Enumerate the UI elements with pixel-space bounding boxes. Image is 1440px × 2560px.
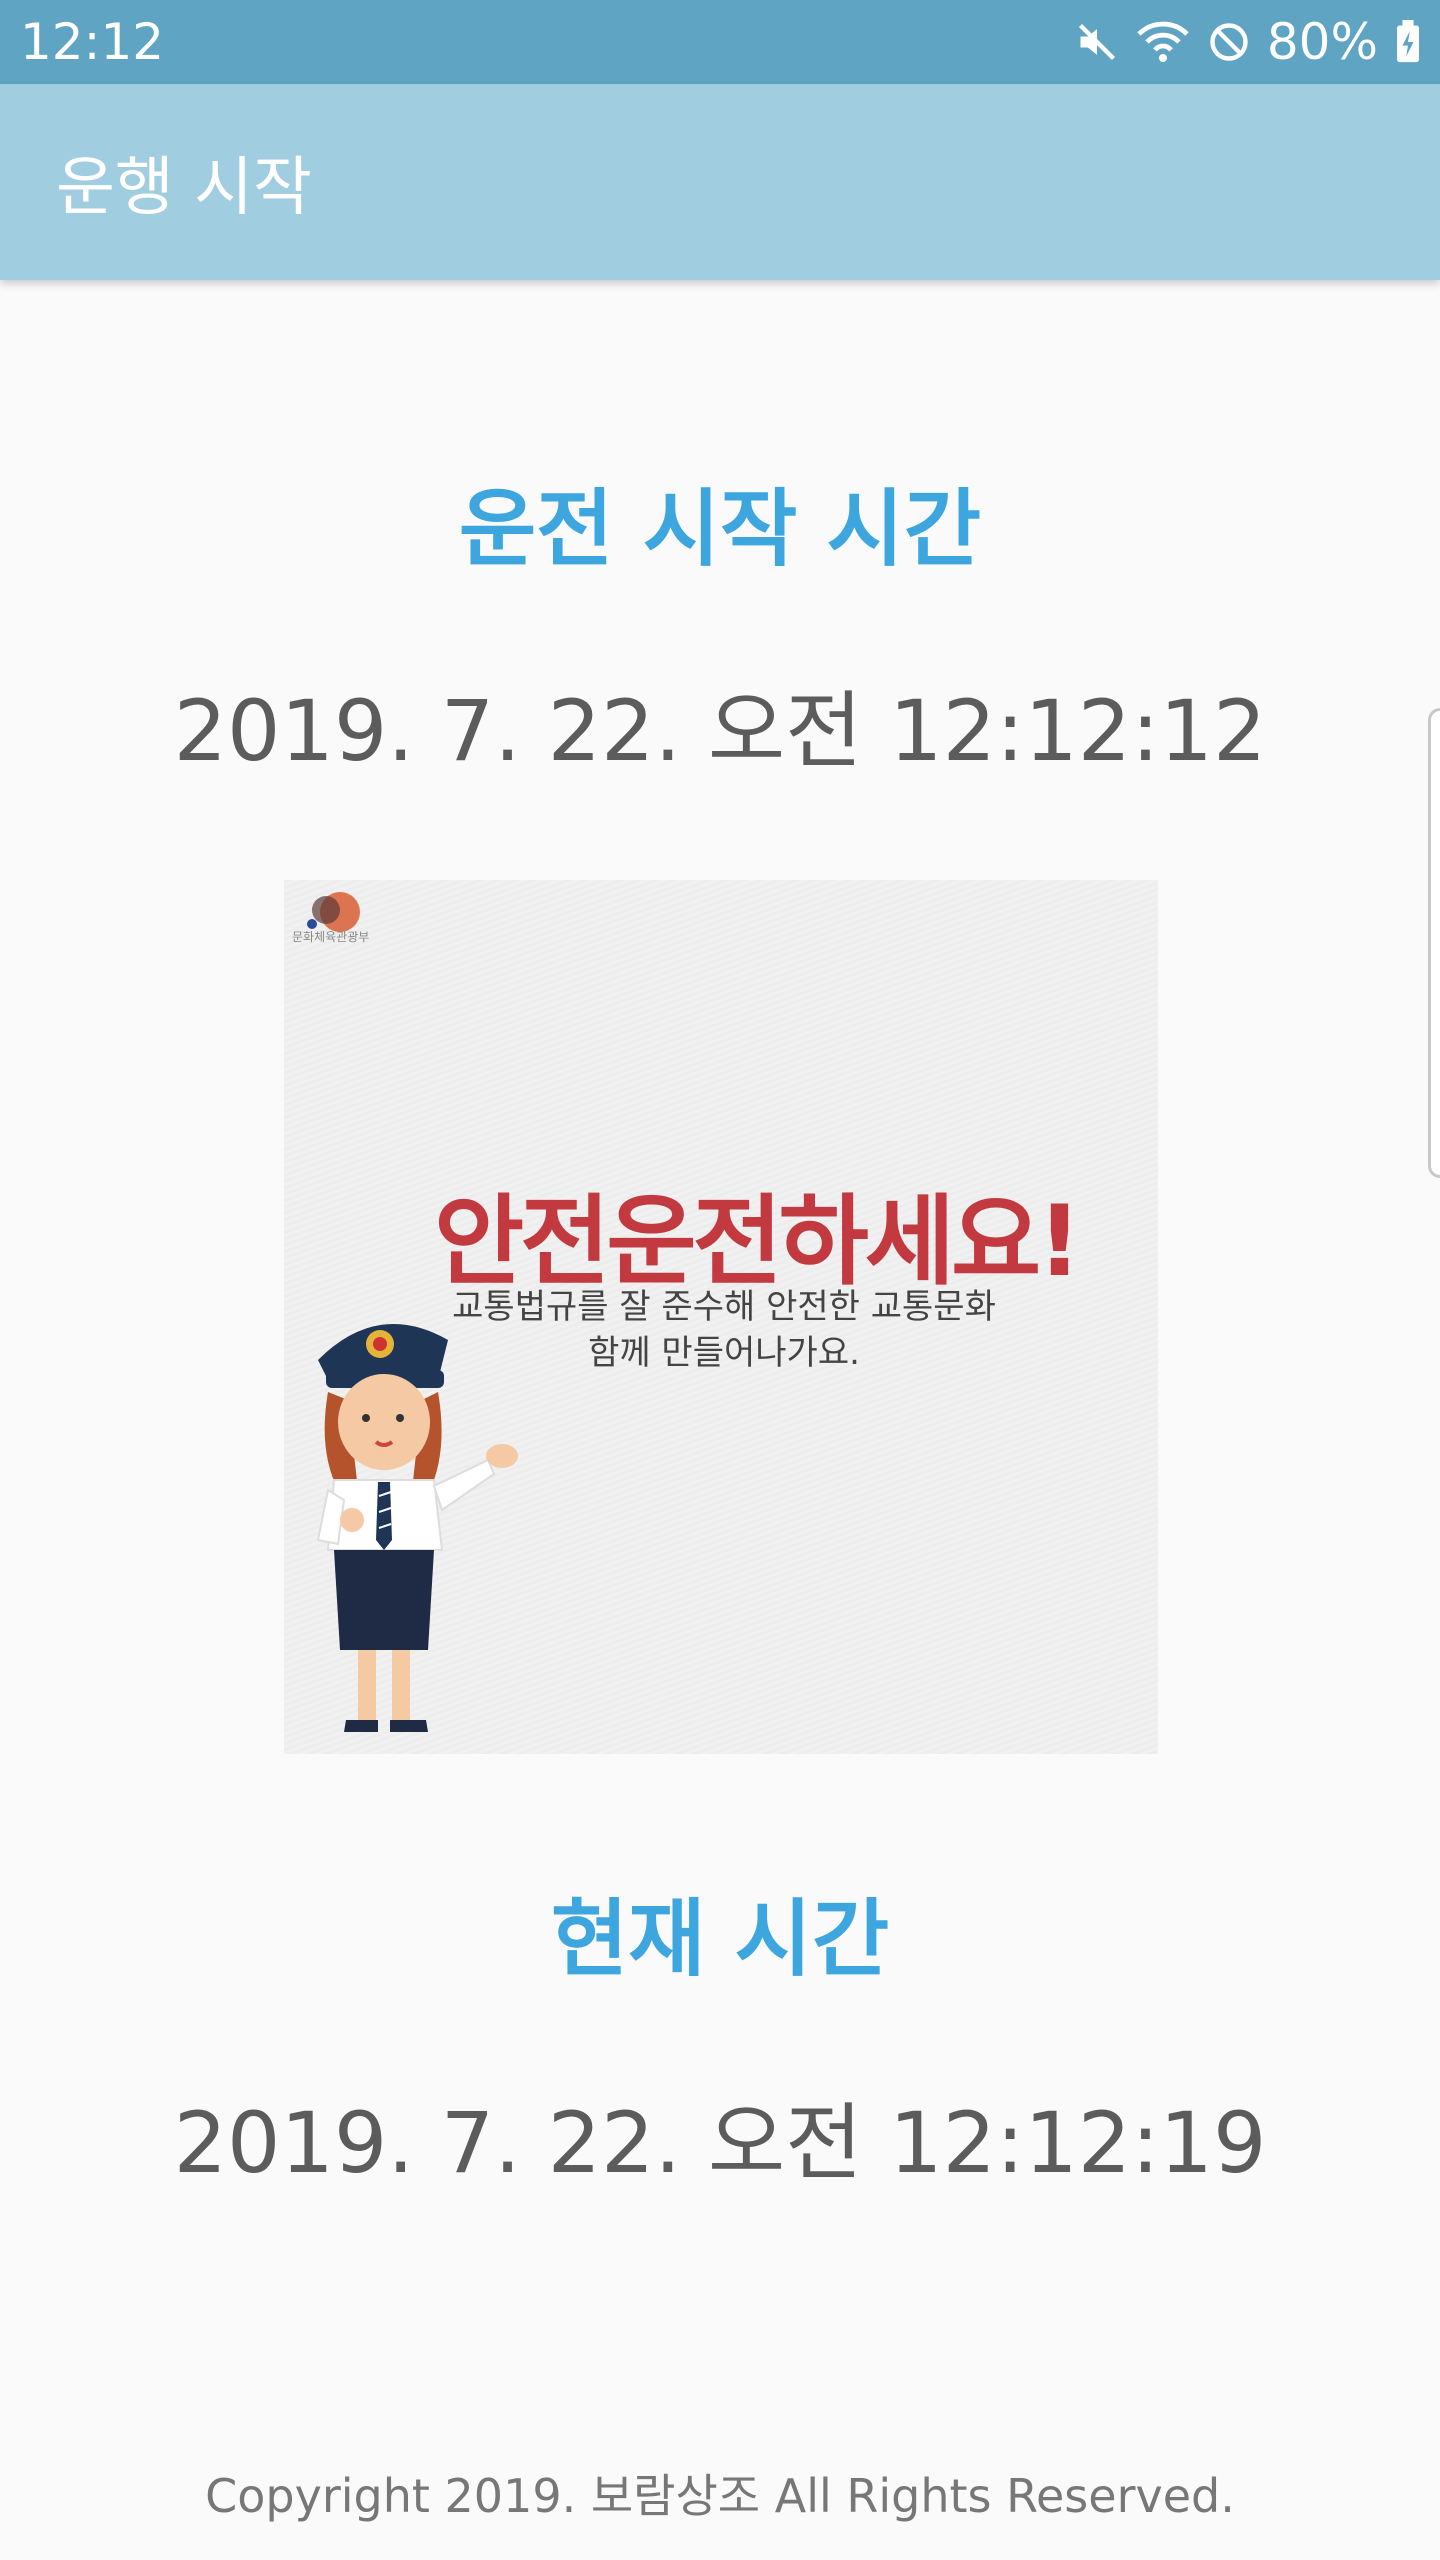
current-time-title: 현재 시간	[550, 1890, 890, 1988]
battery-charging-icon	[1394, 20, 1422, 64]
police-officer-illustration	[316, 1324, 518, 1732]
mute-icon	[1075, 20, 1119, 64]
banner-subtitle: 교통법규를 잘 준수해 안전한 교통문화 함께 만들어나가요.	[444, 1284, 1004, 1376]
start-time-value: 2019. 7. 22. 오전 12:12:12	[173, 682, 1267, 780]
copyright-text: Copyright 2019. 보람상조 All Rights Reserved…	[205, 2469, 1235, 2523]
safety-banner-image: 문화체육관광부 안전운전하세요! 교통법규를 잘 준수해 안전한 교통문화 함께…	[284, 880, 1158, 1754]
status-icons: 80%	[1075, 13, 1422, 71]
battery-percent: 80%	[1266, 13, 1378, 71]
ministry-logo-icon	[307, 892, 360, 932]
banner-headline: 안전운전하세요!	[434, 1185, 1082, 1299]
edge-panel-handle[interactable]	[1428, 708, 1440, 1178]
wifi-icon	[1135, 18, 1191, 66]
current-time-value: 2019. 7. 22. 오전 12:12:19	[173, 2094, 1267, 2192]
do-not-disturb-icon	[1207, 20, 1251, 64]
banner-subtitle-line1: 교통법규를 잘 준수해 안전한 교통문화	[452, 1287, 996, 1327]
status-bar: 12:12 80%	[0, 0, 1440, 84]
start-time-title: 운전 시작 시간	[458, 480, 982, 578]
status-time: 12:12	[20, 13, 165, 71]
ministry-logo-text: 문화체육관광부	[292, 930, 370, 944]
app-bar: 운행 시작	[0, 84, 1440, 280]
app-title: 운행 시작	[56, 151, 312, 225]
banner-subtitle-line2: 함께 만들어나가요.	[588, 1333, 860, 1373]
